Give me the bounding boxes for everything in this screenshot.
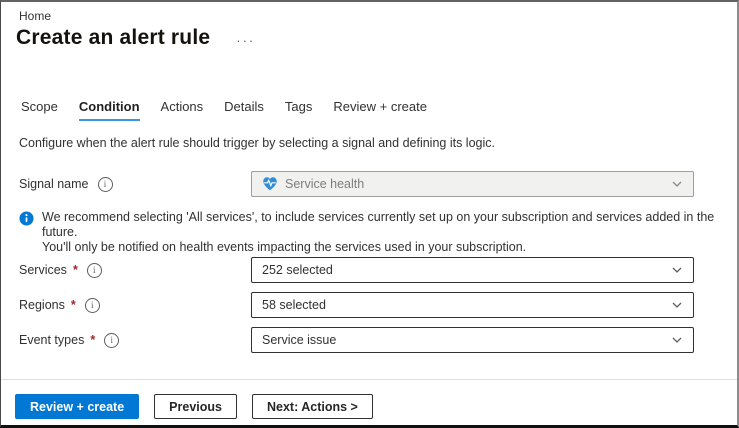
event-types-dropdown-value: Service issue [262, 333, 336, 347]
tab-details[interactable]: Details [224, 99, 264, 121]
services-dropdown[interactable]: 252 selected [251, 257, 694, 283]
regions-info-icon[interactable]: i [85, 298, 100, 313]
services-dropdown-value: 252 selected [262, 263, 333, 277]
tab-bar: Scope Condition Actions Details Tags Rev… [21, 99, 427, 121]
create-alert-rule-page: Home Create an alert rule ··· Scope Cond… [0, 0, 739, 428]
event-types-label: Event types [19, 333, 84, 347]
services-label: Services [19, 263, 67, 277]
breadcrumb-home[interactable]: Home [19, 9, 51, 23]
regions-dropdown[interactable]: 58 selected [251, 292, 694, 318]
signal-name-label: Signal name [19, 177, 89, 191]
services-row: Services * i 252 selected [19, 257, 694, 283]
chevron-down-icon [671, 334, 683, 346]
recommendation-line2: You'll only be notified on health events… [42, 240, 526, 254]
tab-scope[interactable]: Scope [21, 99, 58, 121]
more-menu-button[interactable]: ··· [236, 30, 255, 46]
chevron-down-icon [671, 299, 683, 311]
event-types-row: Event types * i Service issue [19, 327, 694, 353]
previous-button[interactable]: Previous [154, 394, 237, 419]
title-row: Create an alert rule ··· [16, 26, 255, 50]
next-actions-button[interactable]: Next: Actions > [252, 394, 373, 419]
recommendation-text: We recommend selecting 'All services', t… [42, 210, 724, 255]
services-required-asterisk: * [73, 263, 78, 277]
event-types-dropdown[interactable]: Service issue [251, 327, 694, 353]
signal-name-label-group: Signal name i [19, 177, 251, 192]
chevron-down-icon [671, 178, 683, 190]
signal-name-row: Signal name i Service health [19, 171, 694, 197]
recommendation-note: We recommend selecting 'All services', t… [19, 210, 724, 255]
signal-name-info-icon[interactable]: i [98, 177, 113, 192]
footer-button-bar: Review + create Previous Next: Actions > [15, 394, 373, 419]
regions-row: Regions * i 58 selected [19, 292, 694, 318]
services-info-icon[interactable]: i [87, 263, 102, 278]
regions-label: Regions [19, 298, 65, 312]
regions-label-group: Regions * i [19, 298, 251, 313]
event-types-info-icon[interactable]: i [104, 333, 119, 348]
event-types-required-asterisk: * [90, 333, 95, 347]
services-label-group: Services * i [19, 263, 251, 278]
info-filled-icon [19, 211, 34, 255]
tab-tags[interactable]: Tags [285, 99, 312, 121]
signal-name-dropdown: Service health [251, 171, 694, 197]
service-health-icon [262, 176, 278, 192]
tab-actions[interactable]: Actions [161, 99, 204, 121]
signal-name-value: Service health [285, 177, 364, 191]
page-title: Create an alert rule [16, 26, 210, 50]
condition-description: Configure when the alert rule should tri… [19, 136, 495, 150]
tab-review-create[interactable]: Review + create [333, 99, 427, 121]
tab-condition[interactable]: Condition [79, 99, 140, 121]
review-create-button[interactable]: Review + create [15, 394, 139, 419]
chevron-down-icon [671, 264, 683, 276]
event-types-label-group: Event types * i [19, 333, 251, 348]
regions-dropdown-value: 58 selected [262, 298, 326, 312]
regions-required-asterisk: * [71, 298, 76, 312]
recommendation-line1: We recommend selecting 'All services', t… [42, 210, 714, 239]
footer-divider [1, 379, 737, 380]
